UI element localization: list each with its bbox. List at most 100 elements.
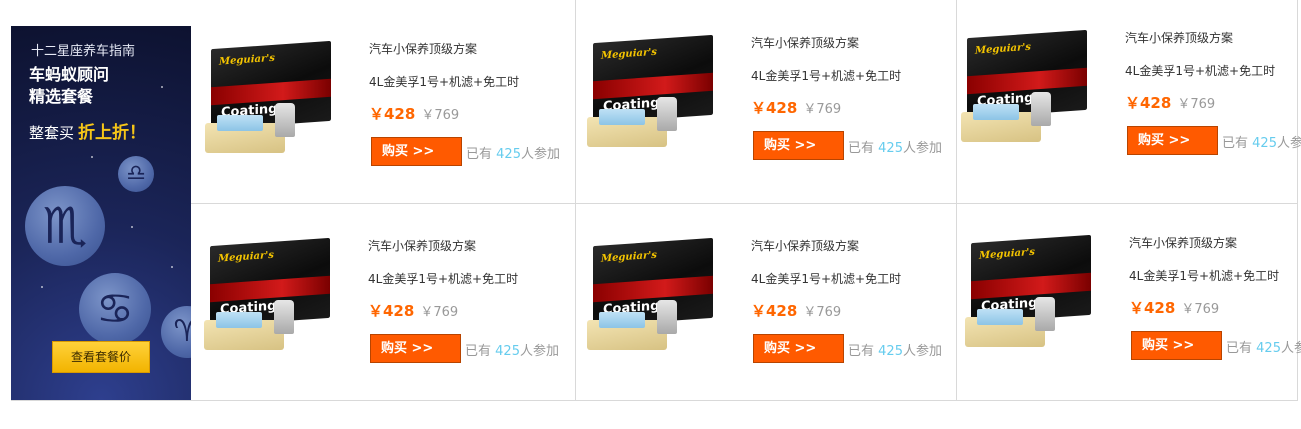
brand-logo: Meguiar's — [601, 46, 657, 62]
join-prefix: 已有 — [466, 147, 493, 162]
scorpio-icon: ♏ — [25, 186, 105, 266]
join-prefix: 已有 — [848, 344, 875, 359]
bottle — [275, 103, 295, 137]
original-price: ￥769 — [420, 305, 459, 320]
brand-logo: Meguiar's — [975, 41, 1031, 57]
participant-count: 已有 425人参加 — [1226, 337, 1301, 356]
product-title[interactable]: 汽车小保养顶级方案 — [751, 34, 859, 51]
product-card[interactable]: Meguiar's Coating 汽车小保养顶级方案 4L金美孚1号+机滤+免… — [190, 220, 570, 420]
product-card[interactable]: Meguiar's Coating 汽车小保养顶级方案 4L金美孚1号+机滤+免… — [191, 23, 571, 223]
cloth — [216, 312, 262, 328]
product-card[interactable]: Meguiar's Coating 汽车小保养顶级方案 4L金美孚1号+机滤+免… — [573, 17, 953, 217]
current-price: ￥428 — [751, 99, 798, 117]
product-image[interactable]: Meguiar's Coating — [961, 29, 1092, 144]
product-image[interactable]: Meguiar's Coating — [204, 237, 335, 352]
join-count: 425 — [495, 344, 520, 359]
aries-icon: ♈ — [161, 306, 191, 358]
brand-logo: Meguiar's — [218, 249, 274, 265]
product-price: ￥428 ￥769 — [1129, 297, 1219, 318]
current-price: ￥428 — [369, 105, 416, 123]
banner-title: 车蚂蚁顾问 精选套餐 — [29, 64, 109, 108]
original-price: ￥769 — [803, 305, 842, 320]
participant-count: 已有 425人参加 — [1222, 132, 1301, 151]
buy-button[interactable]: 购买 >> — [1131, 331, 1222, 360]
join-suffix: 人参加 — [1276, 136, 1301, 151]
promo-banner[interactable]: 十二星座养车指南 车蚂蚁顾问 精选套餐 整套买 折上折！ ♎ ♏ ♋ ♈ 查看套餐… — [11, 26, 191, 400]
bottle — [657, 97, 677, 131]
original-price: ￥769 — [803, 102, 842, 117]
banner-promo-prefix: 整套买 — [29, 124, 75, 142]
cloth — [599, 312, 645, 328]
cloth — [977, 309, 1023, 325]
original-price: ￥769 — [1177, 97, 1216, 112]
join-prefix: 已有 — [1226, 341, 1253, 356]
join-count: 425 — [878, 344, 903, 359]
brand-logo: Meguiar's — [601, 249, 657, 265]
join-suffix: 人参加 — [520, 147, 560, 162]
banner-promo: 整套买 折上折！ — [29, 118, 146, 143]
participant-count: 已有 425人参加 — [848, 340, 942, 359]
banner-promo-highlight: 折上折！ — [78, 123, 147, 143]
join-prefix: 已有 — [848, 141, 875, 156]
buy-button[interactable]: 购买 >> — [753, 131, 844, 160]
product-desc: 4L金美孚1号+机滤+免工时 — [751, 272, 902, 286]
product-title[interactable]: 汽车小保养顶级方案 — [751, 237, 859, 254]
buy-button[interactable]: 购买 >> — [370, 334, 461, 363]
join-prefix: 已有 — [1222, 136, 1249, 151]
product-image[interactable]: Meguiar's Coating — [587, 237, 718, 352]
product-title[interactable]: 汽车小保养顶级方案 — [1129, 234, 1237, 251]
original-price: ￥769 — [1181, 302, 1220, 317]
product-desc: 4L金美孚1号+机滤+免工时 — [368, 272, 519, 286]
cloth — [217, 115, 263, 131]
buy-button[interactable]: 购买 >> — [371, 137, 462, 166]
product-desc: 4L金美孚1号+机滤+免工时 — [1129, 269, 1280, 283]
product-desc: 4L金美孚1号+机滤+免工时 — [751, 69, 902, 83]
cloth — [973, 104, 1019, 120]
buy-button[interactable]: 购买 >> — [1127, 126, 1218, 155]
join-count: 425 — [1252, 136, 1277, 151]
banner-title-line1: 车蚂蚁顾问 — [29, 65, 110, 84]
join-suffix: 人参加 — [519, 344, 559, 359]
product-card[interactable]: Meguiar's Coating 汽车小保养顶级方案 4L金美孚1号+机滤+免… — [573, 220, 953, 420]
product-price: ￥428 ￥769 — [369, 103, 459, 124]
current-price: ￥428 — [1129, 299, 1176, 317]
join-suffix: 人参加 — [1280, 341, 1301, 356]
bottle — [274, 300, 294, 334]
product-image[interactable]: Meguiar's Coating — [587, 34, 718, 149]
product-card[interactable]: Meguiar's Coating 汽车小保养顶级方案 4L金美孚1号+机滤+免… — [951, 217, 1301, 417]
buy-button[interactable]: 购买 >> — [753, 334, 844, 363]
bottle — [657, 300, 677, 334]
product-image[interactable]: Meguiar's Coating — [205, 40, 336, 155]
product-price: ￥428 ￥769 — [751, 97, 841, 118]
brand-logo: Meguiar's — [219, 52, 275, 68]
join-count: 425 — [496, 147, 521, 162]
bottle — [1031, 92, 1051, 126]
join-count: 425 — [1256, 341, 1281, 356]
current-price: ￥428 — [1125, 94, 1172, 112]
product-title[interactable]: 汽车小保养顶级方案 — [368, 237, 476, 254]
product-title[interactable]: 汽车小保养顶级方案 — [1125, 29, 1233, 46]
brand-logo: Meguiar's — [979, 246, 1035, 262]
banner-subtitle: 十二星座养车指南 — [31, 44, 136, 59]
current-price: ￥428 — [368, 302, 415, 320]
product-desc: 4L金美孚1号+机滤+免工时 — [1125, 64, 1276, 78]
product-title[interactable]: 汽车小保养顶级方案 — [369, 40, 477, 57]
participant-count: 已有 425人参加 — [465, 340, 559, 359]
product-price: ￥428 ￥769 — [1125, 92, 1215, 113]
original-price: ￥769 — [421, 108, 460, 123]
product-image[interactable]: Meguiar's Coating — [965, 234, 1096, 349]
participant-count: 已有 425人参加 — [466, 143, 560, 162]
product-price: ￥428 ￥769 — [751, 300, 841, 321]
join-suffix: 人参加 — [902, 141, 942, 156]
join-prefix: 已有 — [465, 344, 492, 359]
product-card[interactable]: Meguiar's Coating 汽车小保养顶级方案 4L金美孚1号+机滤+免… — [947, 12, 1301, 212]
libra-icon: ♎ — [118, 156, 154, 192]
join-count: 425 — [878, 141, 903, 156]
current-price: ￥428 — [751, 302, 798, 320]
bottle — [1035, 297, 1055, 331]
cloth — [599, 109, 645, 125]
product-price: ￥428 ￥769 — [368, 300, 458, 321]
banner-title-line2: 精选套餐 — [29, 87, 94, 106]
view-package-price-button[interactable]: 查看套餐价 — [52, 341, 150, 373]
participant-count: 已有 425人参加 — [848, 137, 942, 156]
